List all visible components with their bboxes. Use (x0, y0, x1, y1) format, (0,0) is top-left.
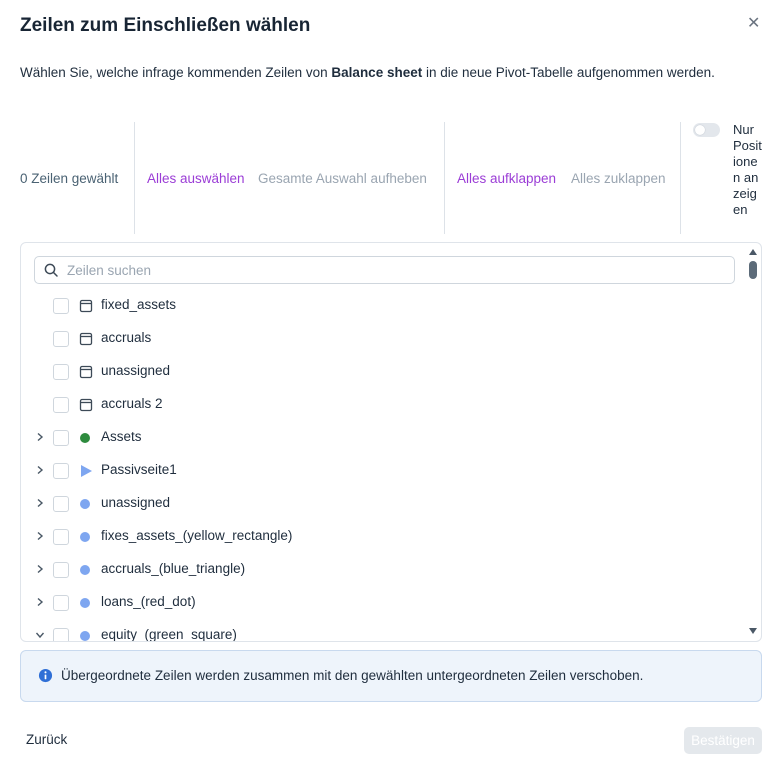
search-box[interactable] (34, 256, 735, 284)
toggle-knob (695, 125, 705, 135)
back-button[interactable]: Zurück (26, 732, 67, 747)
description-text-end: in die neue Pivot-Tabelle aufgenommen we… (422, 65, 715, 80)
row-label: Passivseite1 (101, 462, 177, 477)
info-banner: Übergeordnete Zeilen werden zusammen mit… (20, 650, 762, 702)
info-icon (38, 668, 53, 683)
blue-dot-icon (80, 631, 90, 641)
table-icon (79, 398, 93, 412)
chevron-right-icon[interactable] (34, 497, 46, 509)
scroll-up-arrow-icon[interactable] (748, 248, 758, 256)
row-label: loans_(red_dot) (101, 594, 196, 609)
chevron-down-icon[interactable] (34, 629, 46, 641)
scrollbar-thumb[interactable] (749, 261, 757, 279)
row-checkbox[interactable] (53, 496, 69, 512)
list-item[interactable]: unassigned (21, 487, 741, 520)
only-positions-toggle[interactable] (693, 123, 720, 137)
row-checkbox[interactable] (53, 463, 69, 479)
row-label: Assets (101, 429, 142, 444)
blue-dot-icon (80, 499, 90, 509)
search-icon (44, 263, 58, 277)
list-item[interactable]: fixes_assets_(yellow_rectangle) (21, 520, 741, 553)
row-label: fixed_assets (101, 297, 177, 312)
row-label: unassigned (101, 363, 171, 378)
collapse-all-button[interactable]: Alles zuklappen (571, 171, 666, 186)
scroll-down-arrow-icon[interactable] (748, 627, 758, 635)
table-icon (79, 299, 93, 313)
expand-all-button[interactable]: Alles aufklappen (457, 171, 556, 186)
blue-dot-icon (80, 532, 90, 542)
clear-selection-button[interactable]: Gesamte Auswahl aufheben (258, 171, 427, 186)
chevron-right-icon[interactable] (34, 596, 46, 608)
row-label: equity_(green_square) (101, 627, 237, 642)
list-item[interactable]: accruals_(blue_triangle) (21, 553, 741, 586)
row-checkbox[interactable] (53, 430, 69, 446)
row-checkbox[interactable] (53, 397, 69, 413)
row-checkbox[interactable] (53, 562, 69, 578)
row-checkbox[interactable] (53, 628, 69, 641)
list-item[interactable]: accruals (21, 322, 741, 355)
row-checkbox[interactable] (53, 331, 69, 347)
close-icon[interactable]: ✕ (747, 16, 760, 32)
blue-dot-icon (80, 598, 90, 608)
list-item[interactable]: fixed_assets (21, 289, 741, 322)
toolbar-divider (444, 122, 445, 234)
blue-triangle-icon (81, 465, 92, 477)
green-dot-icon (80, 433, 90, 443)
list-item[interactable]: unassigned (21, 355, 741, 388)
toolbar-divider (134, 122, 135, 234)
row-label: fixes_assets_(yellow_rectangle) (101, 528, 293, 543)
list-item[interactable]: Assets (21, 421, 741, 454)
row-checkbox[interactable] (53, 529, 69, 545)
info-text: Übergeordnete Zeilen werden zusammen mit… (61, 668, 644, 683)
search-input[interactable] (65, 260, 729, 280)
confirm-button[interactable]: Bestätigen (684, 727, 762, 754)
selected-count: 0 Zeilen gewählt (20, 171, 119, 186)
list-item[interactable]: Passivseite1 (21, 454, 741, 487)
row-checkbox[interactable] (53, 364, 69, 380)
chevron-right-icon[interactable] (34, 563, 46, 575)
chevron-right-icon[interactable] (34, 530, 46, 542)
description-text: Wählen Sie, welche infrage kommenden Zei… (20, 65, 332, 80)
list-item[interactable]: loans_(red_dot) (21, 586, 741, 619)
row-label: unassigned (101, 495, 171, 510)
row-label: accruals (101, 330, 152, 345)
row-checkbox[interactable] (53, 298, 69, 314)
toolbar-divider (680, 122, 681, 234)
select-all-button[interactable]: Alles auswählen (147, 171, 245, 186)
table-icon (79, 332, 93, 346)
list-item[interactable]: equity_(green_square) (21, 619, 741, 642)
row-label: accruals 2 (101, 396, 163, 411)
table-icon (79, 365, 93, 379)
list-item[interactable]: accruals 2 (21, 388, 741, 421)
chevron-right-icon[interactable] (34, 431, 46, 443)
row-label: accruals_(blue_triangle) (101, 561, 246, 576)
only-positions-label: Nur Positionen anzeigen (733, 122, 762, 217)
rows-list: fixed_assets accruals unassigned accruals 2… (20, 242, 762, 642)
dialog-title: Zeilen zum Einschließen wählen (20, 15, 311, 36)
row-checkbox[interactable] (53, 595, 69, 611)
dialog-description: Wählen Sie, welche infrage kommenden Zei… (20, 65, 715, 80)
selection-toolbar: 0 Zeilen gewählt Alles auswählen Gesamte… (20, 122, 762, 234)
source-table-name: Balance sheet (331, 65, 423, 80)
blue-dot-icon (80, 565, 90, 575)
chevron-right-icon[interactable] (34, 464, 46, 476)
